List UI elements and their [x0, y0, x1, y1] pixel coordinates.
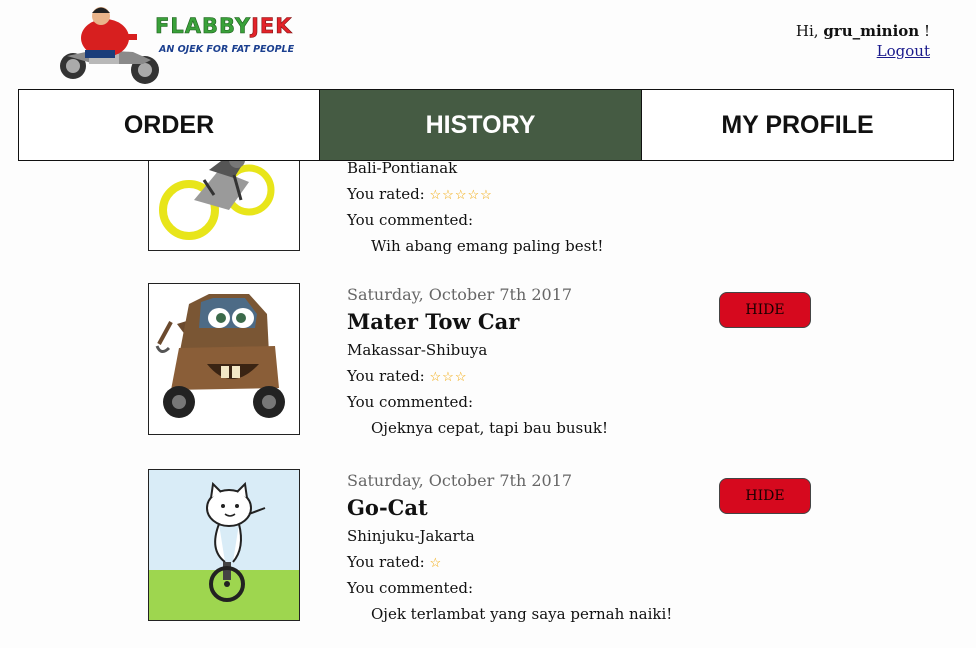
commented-label: You commented: [347, 393, 474, 411]
main-nav: ORDER HISTORY MY PROFILE [18, 89, 954, 161]
brand-tagline: AN OJEK FOR FAT PEOPLE [159, 44, 295, 55]
fat-rider-on-motorbike-icon [60, 7, 159, 84]
tow-truck-image [148, 283, 300, 435]
order-date: Saturday, October 7th 2017 [347, 285, 573, 304]
commented-label: You commented: [347, 211, 474, 229]
driver-name: Mater Tow Car [347, 309, 520, 334]
logout-link[interactable]: Logout [877, 42, 930, 60]
hide-button[interactable]: HIDE [719, 292, 811, 328]
username: gru_minion [823, 22, 920, 40]
tab-history[interactable]: HISTORY [320, 89, 642, 161]
hide-button[interactable]: HIDE [719, 478, 811, 514]
tab-my-profile[interactable]: MY PROFILE [642, 89, 954, 161]
greeting: Hi, gru_minion ! [795, 22, 930, 40]
rating: You rated: ☆☆☆ [347, 367, 468, 385]
order-date: Saturday, October 7th 2017 [347, 471, 573, 490]
commented-label: You commented: [347, 579, 474, 597]
comment-text: Ojeknya cepat, tapi bau busuk! [371, 419, 608, 437]
star-icons: ☆ [429, 556, 443, 571]
route: Makassar-Shibuya [347, 341, 488, 359]
history-item-info: Saturday, October 7th 2017 Go-Cat Shinju… [347, 469, 707, 627]
driver-name: Go-Cat [347, 495, 428, 520]
star-icons: ☆☆☆ [429, 370, 468, 385]
route: Shinjuku-Jakarta [347, 527, 475, 545]
flabbyjek-logo[interactable]: FLABBYJEK AN OJEK FOR FAT PEOPLE [55, 4, 315, 88]
brand-name: FLABBYJEK [155, 14, 293, 39]
history-item-info: Saturday, October 7th 2017 Mater Tow Car… [347, 283, 707, 441]
user-box: Hi, gru_minion ! Logout [796, 21, 930, 61]
history-item: Saturday, October 7th 2017 Mater Tow Car… [148, 283, 848, 437]
history-item: Saturday, October 7th 2017 Go-Cat Shinju… [148, 469, 848, 623]
comment-text: Wih abang emang paling best! [371, 237, 604, 255]
star-icons: ☆☆☆☆☆ [429, 188, 493, 203]
rating: You rated: ☆☆☆☆☆ [347, 185, 493, 203]
comment-text: Ojek terlambat yang saya pernah naiki! [371, 605, 673, 623]
rating: You rated: ☆ [347, 553, 443, 571]
history-item-info: Bali-Pontianak You rated: ☆☆☆☆☆ You comm… [347, 155, 707, 259]
cat-unicycle-image [148, 469, 300, 621]
tab-order[interactable]: ORDER [18, 89, 320, 161]
